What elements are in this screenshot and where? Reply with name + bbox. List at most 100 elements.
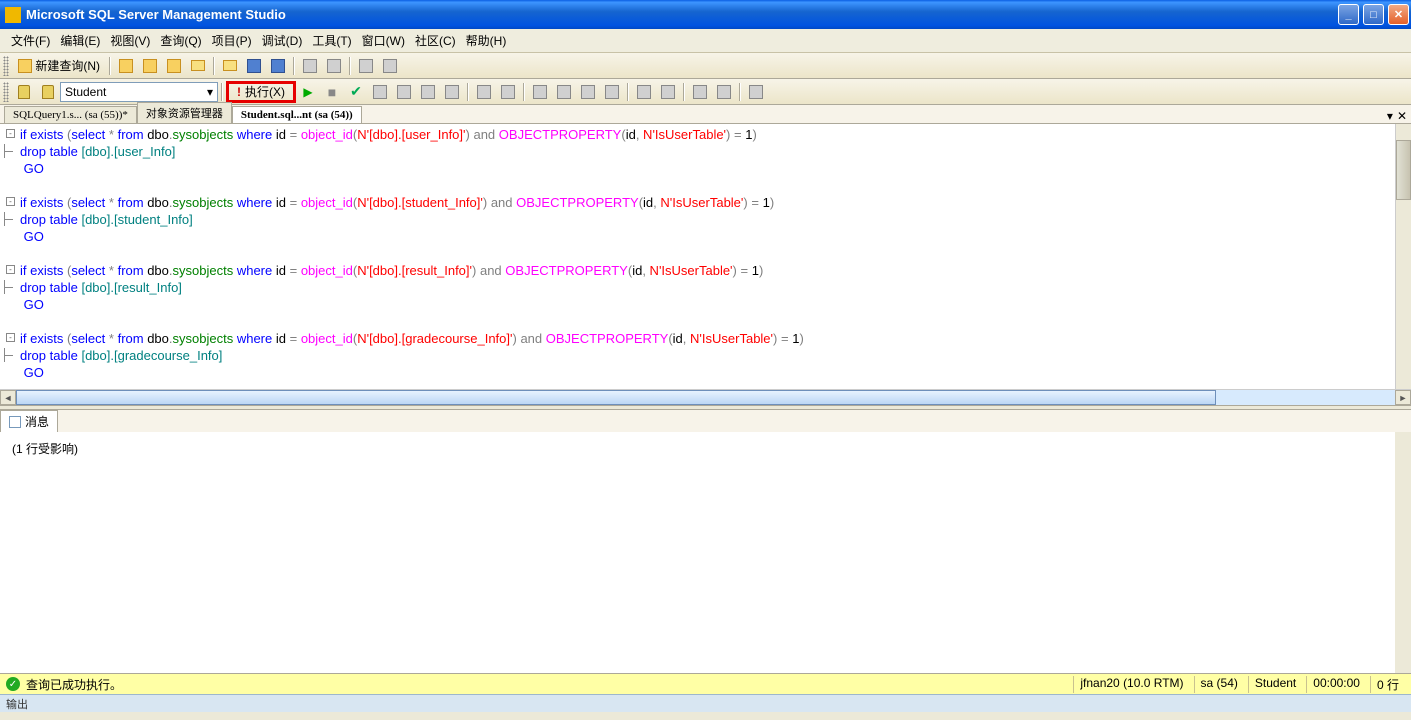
generic-icon — [373, 85, 387, 99]
messages-vertical-scrollbar[interactable] — [1395, 432, 1411, 673]
tool-btn[interactable] — [393, 81, 415, 103]
debug-button[interactable]: ▶ — [297, 81, 319, 103]
tool-btn[interactable] — [355, 55, 377, 77]
status-time: 00:00:00 — [1306, 676, 1366, 693]
tool-btn[interactable] — [323, 55, 345, 77]
tool-btn[interactable] — [187, 55, 209, 77]
fold-icon[interactable]: - — [6, 197, 15, 206]
menu-file[interactable]: 文件(F) — [6, 29, 55, 52]
status-user: sa (54) — [1194, 676, 1244, 693]
tool-btn[interactable] — [497, 81, 519, 103]
uncomment-button[interactable] — [657, 81, 679, 103]
menu-query[interactable]: 查询(Q) — [155, 29, 206, 52]
generic-icon — [303, 59, 317, 73]
output-footer[interactable]: 输出 — [0, 694, 1411, 712]
folder-icon — [191, 60, 205, 71]
execute-label: 执行(X) — [245, 83, 285, 100]
tab-query1[interactable]: SQLQuery1.s... (sa (55))* — [4, 106, 137, 123]
maximize-button[interactable]: □ — [1363, 4, 1384, 25]
messages-tab[interactable]: 消息 — [0, 410, 58, 432]
minimize-button[interactable]: _ — [1338, 4, 1359, 25]
menu-edit[interactable]: 编辑(E) — [55, 29, 105, 52]
open-button[interactable] — [219, 55, 241, 77]
uncomment-icon — [661, 85, 675, 99]
fold-icon[interactable]: - — [6, 333, 15, 342]
generic-icon — [359, 59, 373, 73]
change-conn-icon — [42, 85, 54, 99]
execute-button[interactable]: ! 执行(X) — [226, 81, 296, 103]
toolbar-grip[interactable] — [3, 56, 9, 76]
db-icon — [143, 59, 157, 73]
menu-project[interactable]: 项目(P) — [207, 29, 257, 52]
change-connection-button[interactable] — [37, 81, 59, 103]
close-button[interactable]: ✕ — [1388, 4, 1409, 25]
comment-button[interactable] — [633, 81, 655, 103]
menu-debug[interactable]: 调试(D) — [257, 29, 308, 52]
tool-btn[interactable] — [473, 81, 495, 103]
menu-bar: 文件(F) 编辑(E) 视图(V) 查询(Q) 项目(P) 调试(D) 工具(T… — [0, 29, 1411, 53]
toolbar-grip[interactable] — [3, 82, 9, 102]
success-icon: ✓ — [6, 677, 20, 691]
generic-icon — [477, 85, 491, 99]
parse-button[interactable]: ✔ — [345, 81, 367, 103]
status-rows: 0 行 — [1370, 676, 1405, 693]
title-bar: Microsoft SQL Server Management Studio _… — [0, 0, 1411, 29]
database-combobox[interactable]: Student ▾ — [60, 82, 218, 102]
tool-btn[interactable] — [441, 81, 463, 103]
tool-btn[interactable] — [553, 81, 575, 103]
tab-object-explorer[interactable]: 对象资源管理器 — [137, 102, 232, 123]
generic-icon — [557, 85, 571, 99]
generic-icon — [445, 85, 459, 99]
status-bar: ✓ 查询已成功执行。 jfnan20 (10.0 RTM) sa (54) St… — [0, 673, 1411, 694]
stop-icon: ■ — [328, 84, 336, 100]
tool-btn[interactable] — [745, 81, 767, 103]
tool-btn[interactable] — [529, 81, 551, 103]
play-icon: ▶ — [303, 85, 312, 99]
toolbar-sep — [739, 83, 741, 101]
check-icon: ✔ — [350, 83, 362, 100]
messages-panel[interactable]: (1 行受影响) — [0, 432, 1411, 673]
generic-icon — [581, 85, 595, 99]
tab-close-icon[interactable]: ✕ — [1397, 109, 1407, 123]
tool-btn[interactable] — [379, 55, 401, 77]
stop-button[interactable]: ■ — [321, 81, 343, 103]
messages-label: 消息 — [25, 413, 49, 430]
generic-icon — [397, 85, 411, 99]
tab-menu-icon[interactable]: ▾ — [1387, 109, 1393, 123]
exclamation-icon: ! — [237, 85, 241, 99]
output-label: 输出 — [6, 699, 28, 711]
menu-view[interactable]: 视图(V) — [105, 29, 155, 52]
new-query-button[interactable]: 新建查询(N) — [12, 55, 106, 76]
fold-icon[interactable]: - — [6, 265, 15, 274]
scroll-left-icon[interactable]: ◄ — [0, 390, 16, 405]
save-all-button[interactable] — [267, 55, 289, 77]
scroll-right-icon[interactable]: ► — [1395, 390, 1411, 405]
indent-button[interactable] — [689, 81, 711, 103]
sql-editor[interactable]: -if exists (select * from dbo.sysobjects… — [0, 124, 1411, 405]
tool-btn[interactable] — [369, 81, 391, 103]
menu-help[interactable]: 帮助(H) — [461, 29, 512, 52]
tool-btn[interactable] — [417, 81, 439, 103]
fold-icon[interactable]: - — [6, 129, 15, 138]
editor-horizontal-scrollbar[interactable]: ◄ ► — [0, 389, 1411, 405]
indent-icon — [693, 85, 707, 99]
save-button[interactable] — [243, 55, 265, 77]
menu-window[interactable]: 窗口(W) — [357, 29, 410, 52]
tool-btn[interactable] — [163, 55, 185, 77]
db-icon — [119, 59, 133, 73]
connect-button[interactable] — [13, 81, 35, 103]
tool-btn[interactable] — [577, 81, 599, 103]
editor-vertical-scrollbar[interactable] — [1395, 124, 1411, 389]
toolbar-sep — [683, 83, 685, 101]
tool-btn[interactable] — [115, 55, 137, 77]
tool-btn[interactable] — [139, 55, 161, 77]
menu-community[interactable]: 社区(C) — [410, 29, 461, 52]
tool-btn[interactable] — [299, 55, 321, 77]
db-icon — [167, 59, 181, 73]
tool-btn[interactable] — [601, 81, 623, 103]
outdent-button[interactable] — [713, 81, 735, 103]
window-title: Microsoft SQL Server Management Studio — [26, 7, 286, 22]
generic-icon — [749, 85, 763, 99]
menu-tools[interactable]: 工具(T) — [307, 29, 356, 52]
tab-student-sql[interactable]: Student.sql...nt (sa (54)) — [232, 106, 362, 123]
